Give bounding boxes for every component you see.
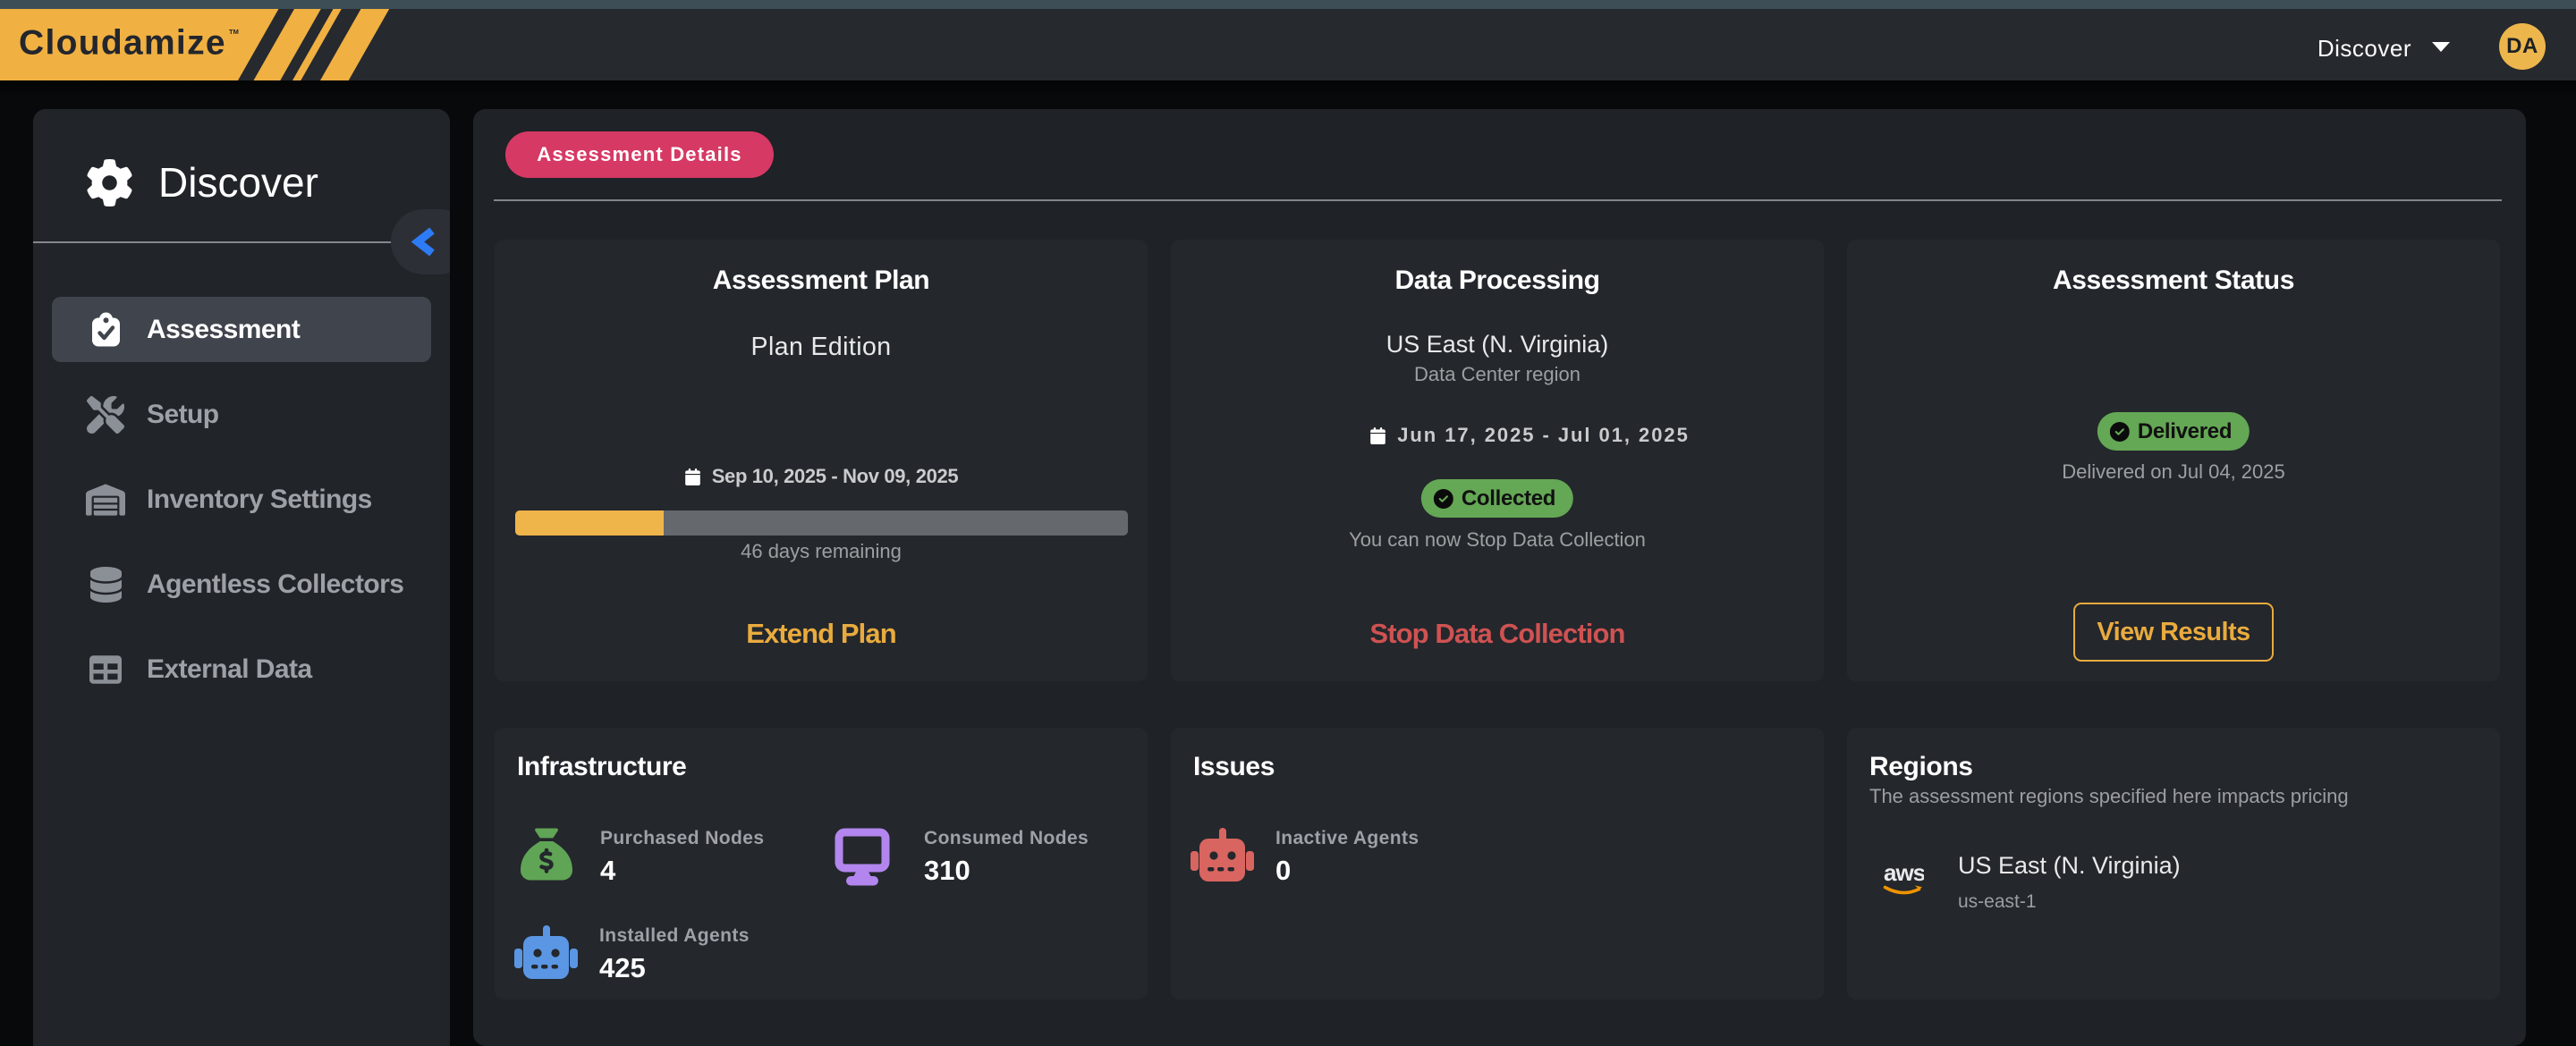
- svg-text:TM: TM: [229, 28, 239, 36]
- svg-text:aws: aws: [1884, 860, 1924, 886]
- svg-text:Cloudamize: Cloudamize: [19, 24, 226, 63]
